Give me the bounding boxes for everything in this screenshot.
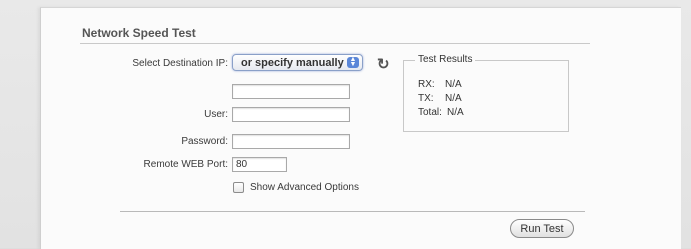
advanced-options-label[interactable]: Show Advanced Options	[250, 182, 359, 193]
user-label: User:	[204, 109, 228, 120]
tx-value: N/A	[445, 93, 462, 104]
footer-divider	[120, 211, 585, 212]
total-label: Total:	[418, 107, 442, 118]
destination-ip-input[interactable]	[232, 84, 350, 99]
destination-label: Select Destination IP:	[132, 58, 228, 69]
rx-label: RX:	[418, 79, 435, 90]
refresh-icon[interactable]: ↻	[377, 55, 390, 73]
password-input[interactable]	[232, 134, 350, 149]
run-test-button[interactable]: Run Test	[510, 219, 574, 238]
advanced-options-checkbox[interactable]	[233, 182, 244, 193]
total-value: N/A	[447, 107, 464, 118]
password-label: Password:	[181, 136, 228, 147]
updown-arrows-icon: ▲ ▼	[347, 56, 359, 68]
destination-select-value: or specify manually	[241, 57, 344, 69]
section-title: Network Speed Test	[82, 26, 196, 40]
user-input[interactable]	[232, 107, 350, 122]
rx-value: N/A	[445, 79, 462, 90]
test-results-legend: Test Results	[415, 54, 476, 65]
title-divider	[80, 43, 590, 44]
destination-select[interactable]: or specify manually ▲ ▼	[232, 54, 363, 71]
tx-label: TX:	[418, 93, 434, 104]
remote-port-input[interactable]	[232, 157, 287, 172]
remote-port-label: Remote WEB Port:	[143, 159, 228, 170]
